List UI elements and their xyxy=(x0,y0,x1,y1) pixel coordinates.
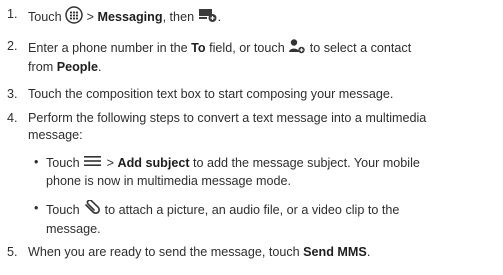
bullet-text: Touch > Add subject to add the message s… xyxy=(46,154,420,188)
bullet-dot: • xyxy=(34,155,39,169)
apps-grid-icon xyxy=(65,6,83,29)
add-subject-label: Add subject xyxy=(117,155,190,170)
add-contact-icon xyxy=(288,38,306,59)
people-label: People xyxy=(56,60,98,74)
step-text: Touch > Messaging, then . xyxy=(28,6,221,29)
paperclip-icon xyxy=(83,199,101,221)
new-message-icon xyxy=(198,7,218,28)
step-number: 2. xyxy=(7,39,18,53)
step-number: 1. xyxy=(7,7,18,21)
to-field-label: To xyxy=(191,40,206,55)
menu-icon xyxy=(83,154,103,173)
step-number: 4. xyxy=(7,111,18,125)
step-text: When you are ready to send the message, … xyxy=(28,245,371,259)
step-text: Touch the composition text box to start … xyxy=(28,87,394,101)
step-number: 3. xyxy=(7,87,18,101)
messaging-label: Messaging xyxy=(97,9,163,24)
step-text: Enter a phone number in the To field, or… xyxy=(28,38,411,76)
step-text: Perform the following steps to convert a… xyxy=(28,111,427,142)
bullet-text: Touch to attach a picture, an audio file… xyxy=(46,199,399,238)
step-number: 5. xyxy=(7,245,18,259)
bullet-dot: • xyxy=(34,201,39,215)
send-mms-label: Send MMS xyxy=(303,245,367,259)
